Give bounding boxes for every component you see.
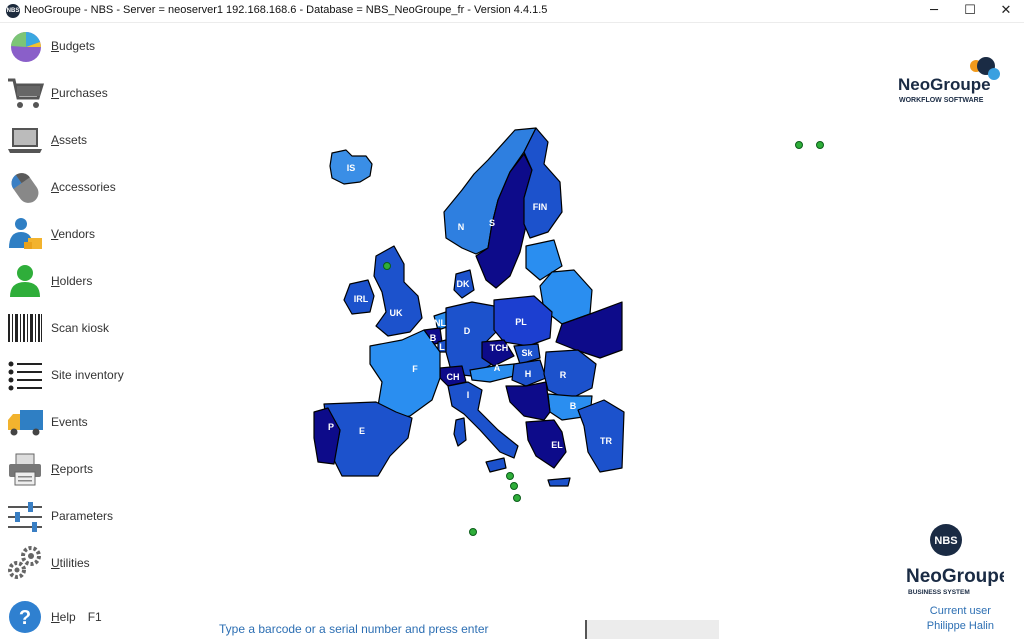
current-user-label: Current user [929,605,991,617]
menu-item-utilities[interactable]: Utilities [0,541,150,585]
minimize-button[interactable]: ─ [916,0,952,22]
title-bar: NBS NeoGroupe - NBS - Server = neoserver… [0,0,1024,23]
printer-icon [9,453,41,486]
menu-label-scan-kiosk: Scan kiosk [51,321,110,335]
pie-chart-icon [11,31,41,62]
bottom-logo-sub: BUSINESS SYSTEM [908,589,970,596]
country-germany[interactable] [445,301,497,377]
label-sk: Sk [521,348,533,358]
country-crete[interactable] [547,477,571,487]
country-balkans[interactable] [505,381,551,421]
shopping-cart-icon [8,78,44,108]
label-b: B [430,333,437,343]
menu-label-assets: Assets [51,133,88,147]
label-uk: UK [390,308,403,318]
barcode-input[interactable] [585,620,719,639]
label-tr: TR [600,436,612,446]
vendor-person-icon [9,218,42,249]
menu-item-help[interactable]: ? Help F1 [0,595,150,639]
barcode-prompt: Type a barcode or a serial number and pr… [219,622,489,636]
menu-item-holders[interactable]: Holders [0,259,150,303]
label-s: S [489,218,495,228]
label-e: E [359,426,365,436]
label-n: N [458,222,465,232]
label-dk: DK [457,279,470,289]
menu-label-events: Events [51,415,88,429]
menu-label-budgets: Budgets [51,39,96,53]
menu-label-reports: Reports [51,462,94,476]
svg-text:?: ? [19,607,31,629]
gears-icon [8,546,41,579]
menu-label-parameters: Parameters [51,509,114,523]
person-icon [10,265,40,297]
close-button[interactable]: ✕ [988,0,1024,22]
list-icon [8,361,42,391]
label-a: A [494,363,501,373]
menu-label-vendors: Vendors [51,227,96,241]
help-shortcut: F1 [87,610,102,624]
menu-item-vendors[interactable]: Vendors [0,212,150,256]
label-fin: FIN [533,202,548,212]
mouse-icon [11,173,39,203]
neogroupe-business-logo: NBS NeoGroupe BUSINESS SYSTEM [906,524,1004,596]
truck-icon [8,410,43,436]
menu-item-purchases[interactable]: Purchases [0,71,150,115]
label-irl: IRL [354,294,369,304]
menu-item-parameters[interactable]: Parameters [0,494,150,538]
label-f: F [412,364,418,374]
menu-label-purchases: Purchases [51,86,108,100]
country-romania[interactable] [543,349,597,401]
country-sardinia[interactable] [453,417,467,447]
menu-item-reports[interactable]: Reports [0,447,150,491]
menu-label-utilities: Utilities [51,556,90,570]
country-sicily[interactable] [485,457,507,473]
menu-item-scan-kiosk[interactable]: Scan kiosk [0,306,150,350]
label-h: H [525,369,532,379]
top-logo-sub: WORKFLOW SOFTWARE [899,97,984,104]
menu-item-budgets[interactable]: Budgets [0,24,150,68]
label-l: L [439,342,445,352]
app-icon: NBS [6,4,20,18]
menu-label-holders: Holders [51,274,93,288]
europe-map: IS N S FIN IRL UK DK NL B L D PL TCH Sk … [313,127,625,536]
menu-label-help: Help F1 [51,610,102,624]
label-pl: PL [515,317,527,327]
menu-item-assets[interactable]: Assets [0,118,150,162]
menu-item-accessories[interactable]: Accessories [0,165,150,209]
map-markers-east [795,141,824,149]
country-uk[interactable] [373,245,423,337]
label-is: IS [347,163,356,173]
label-nl: NL [434,318,446,328]
label-bg: B [570,401,577,411]
sliders-icon [8,502,42,532]
top-logo-name: NeoGroupe [898,75,991,94]
window-title: NeoGroupe - NBS - Server = neoserver1 19… [24,4,548,16]
current-user-panel: Current user Philippe Halin [927,604,994,634]
label-d: D [464,326,471,336]
menu-item-events[interactable]: Events [0,400,150,444]
menu-item-site-inventory[interactable]: Site inventory [0,353,150,397]
bottom-logo-badge: NBS [934,535,957,547]
label-ch: CH [447,372,460,382]
label-p: P [328,422,334,432]
help-icon: ? [9,601,41,633]
bottom-logo-name: NeoGroupe [906,566,1004,587]
sidebar-menu: Budgets Purchases Assets Accessories Ven… [0,24,160,644]
current-user-name: Philippe Halin [926,620,994,632]
label-r: R [560,370,567,380]
country-finland[interactable] [523,127,563,239]
neogroupe-workflow-logo: NeoGroupe WORKFLOW SOFTWARE [898,57,1000,104]
barcode-icon [8,314,42,342]
label-el: EL [551,440,563,450]
menu-label-site-inventory: Site inventory [51,368,124,382]
menu-label-accessories: Accessories [51,180,116,194]
label-i: I [467,390,470,400]
maximize-button[interactable]: ☐ [952,0,988,22]
laptop-icon [8,128,42,153]
label-tch: TCH [490,343,509,353]
